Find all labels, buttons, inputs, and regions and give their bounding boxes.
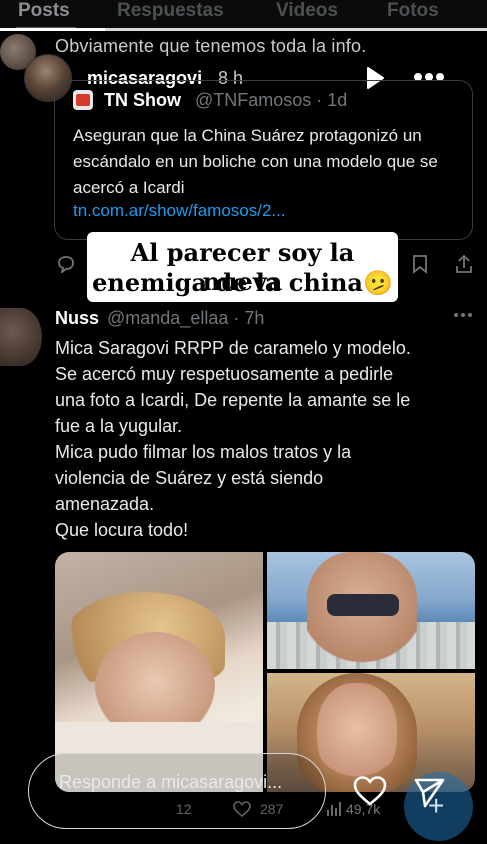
previous-tweet-text: Obviamente que tenemos toda la info. (55, 36, 367, 56)
tab-posts[interactable]: Posts (18, 0, 70, 22)
photo-2-top (327, 594, 399, 616)
photo-3-face (317, 683, 397, 783)
bookmark-icon[interactable] (411, 254, 429, 274)
reply-icon[interactable] (56, 255, 76, 273)
reply-placeholder: Responde a micasaragovi... (59, 772, 283, 792)
tweet-line: Mica pudo filmar los malos tratos y la (55, 442, 352, 462)
quoted-author-name[interactable]: TN Show (104, 90, 181, 111)
quoted-tweet-link[interactable]: tn.com.ar/show/famosos/2... (73, 201, 286, 221)
tweet-author-handle: @manda_ellaa · 7h (107, 308, 265, 328)
tweet-line: Mica Saragovi RRPP de caramelo y modelo. (55, 338, 411, 358)
tn-logo-mark (76, 94, 90, 106)
quoted-author-handle: @TNFamosos · 1d (195, 90, 348, 110)
tweet-photo-2[interactable] (267, 552, 475, 669)
tab-fotos[interactable]: Fotos (387, 0, 439, 22)
tab-videos[interactable]: Videos (276, 0, 338, 22)
share-icon[interactable] (455, 254, 473, 274)
tweet-author-name[interactable]: Nuss (55, 308, 99, 329)
tweet-line: fue a la yugular. (55, 416, 183, 436)
send-icon[interactable] (412, 775, 446, 809)
tweet-line: amenazada. (55, 494, 155, 514)
tweet-more-icon[interactable] (452, 310, 474, 320)
sticker-line-2: enemiga de la china🫤 (87, 268, 398, 297)
tweet-line: Que locura todo! (55, 520, 189, 540)
tweet-line: Se acercó muy respetuosamente a pedirle (55, 364, 394, 384)
tab-respuestas[interactable]: Respuestas (117, 0, 224, 22)
heart-icon[interactable] (352, 775, 388, 807)
tweet-body: Mica Saragovi RRPP de caramelo y modelo.… (55, 335, 475, 543)
tweet-line: una foto a Icardi, De repente la amante … (55, 390, 411, 410)
story-progress-fill (0, 28, 105, 31)
sticker-line-2-text: enemiga de la china (92, 268, 363, 297)
tweet-avatar[interactable] (0, 308, 42, 366)
views-icon (327, 802, 341, 816)
tweet-line: violencia de Suárez y está siendo (55, 468, 324, 488)
sticker-emoji: 🫤 (362, 269, 393, 297)
quoted-tweet-text: Aseguran que la China Suárez protagonizó… (73, 126, 438, 197)
